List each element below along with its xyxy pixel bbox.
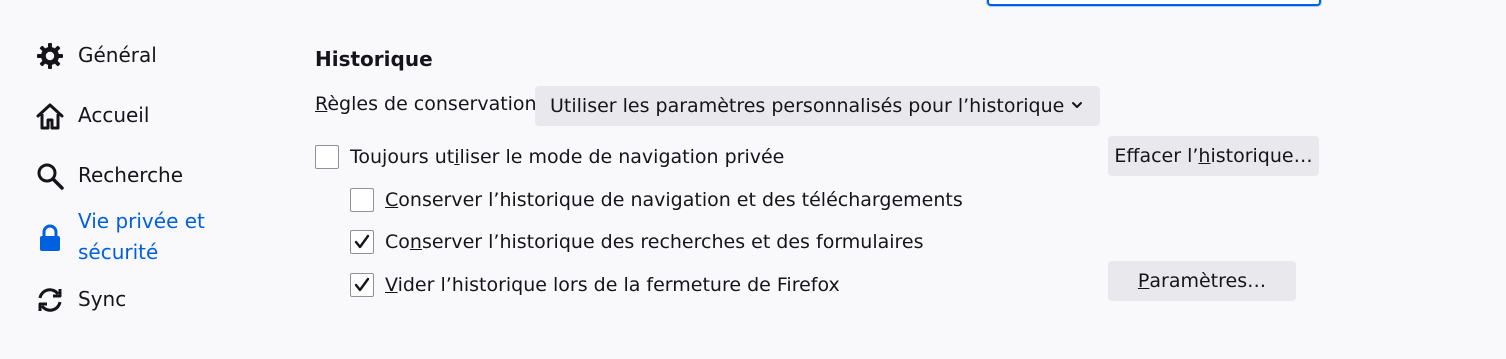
sidebar-item-label: Général [78,43,157,67]
accesskey: h [1198,145,1211,167]
checkmark-icon [354,277,370,292]
clear-on-close-checkbox[interactable] [350,273,374,297]
label-text: Effacer l’ [1114,145,1199,167]
label-text: istorique… [1210,145,1313,167]
lock-icon [34,222,66,254]
search-input[interactable] [987,0,1321,6]
accesskey: n [409,231,422,253]
label-text: ider l’historique lors de la fermeture d… [397,274,840,296]
label-text: onserver l’historique de navigation et d… [398,189,963,211]
label-text: aramètres… [1149,270,1267,292]
sidebar-item-search[interactable]: Recherche [34,160,183,192]
clear-history-button[interactable]: Effacer l’ h istorique… [1108,136,1319,176]
label-text: liser le mode de navigation privée [459,146,785,168]
clear-on-close-option[interactable]: Vider l’historique lors de la fermeture … [350,273,840,297]
keep-browsing-history-option[interactable]: Conserver l’historique de navigation et … [350,188,963,212]
sidebar-item-label: Recherche [78,163,184,187]
keep-forms-history-checkbox[interactable] [350,230,374,254]
keep-forms-history-option[interactable]: Conserver l’historique des recherches et… [350,230,924,254]
label-text: ègles de conservation [327,93,537,115]
home-icon [34,100,66,132]
accesskey: C [385,189,399,211]
chevron-down-icon [1072,102,1082,108]
section-title: Historique [315,47,433,71]
select-value: Utiliser les paramètres personnalisés po… [550,95,1065,117]
accesskey: R [315,93,328,115]
keep-browsing-history-label: Conserver l’historique de navigation et … [385,189,963,211]
sidebar-item-label: Sync [78,287,127,311]
accesskey: V [385,274,398,296]
gear-icon [34,40,66,72]
private-mode-label: Toujours utiliser le mode de navigation … [350,146,784,168]
sidebar-item-general[interactable]: Général [34,40,157,72]
clear-on-close-label: Vider l’historique lors de la fermeture … [385,274,840,296]
keep-forms-history-label: Conserver l’historique des recherches et… [385,231,924,253]
sidebar-item-label: Accueil [78,103,150,127]
checkmark-icon [354,234,370,249]
label-text: server l’historique des recherches et de… [421,231,924,253]
label-text: Co [385,231,410,253]
accesskey: P [1137,270,1150,292]
private-mode-checkbox[interactable] [315,145,339,169]
search-icon [34,160,66,192]
sidebar: Général Accueil Recherche Vie privée et … [0,0,280,359]
sidebar-item-home[interactable]: Accueil [34,100,149,132]
history-rules-label: Règles de conservation [315,93,537,115]
sidebar-item-sync[interactable]: Sync [34,284,126,316]
history-rules-select[interactable]: Utiliser les paramètres personnalisés po… [535,86,1100,126]
history-settings-button[interactable]: Paramètres… [1108,261,1296,301]
sidebar-item-label: Vie privée et sécurité [78,209,205,264]
private-mode-option[interactable]: Toujours utiliser le mode de navigation … [315,145,784,169]
keep-browsing-history-checkbox[interactable] [350,188,374,212]
sidebar-item-privacy[interactable]: Vie privée et sécurité [34,206,228,268]
label-text: Toujours ut [350,146,455,168]
sync-icon [34,284,66,316]
